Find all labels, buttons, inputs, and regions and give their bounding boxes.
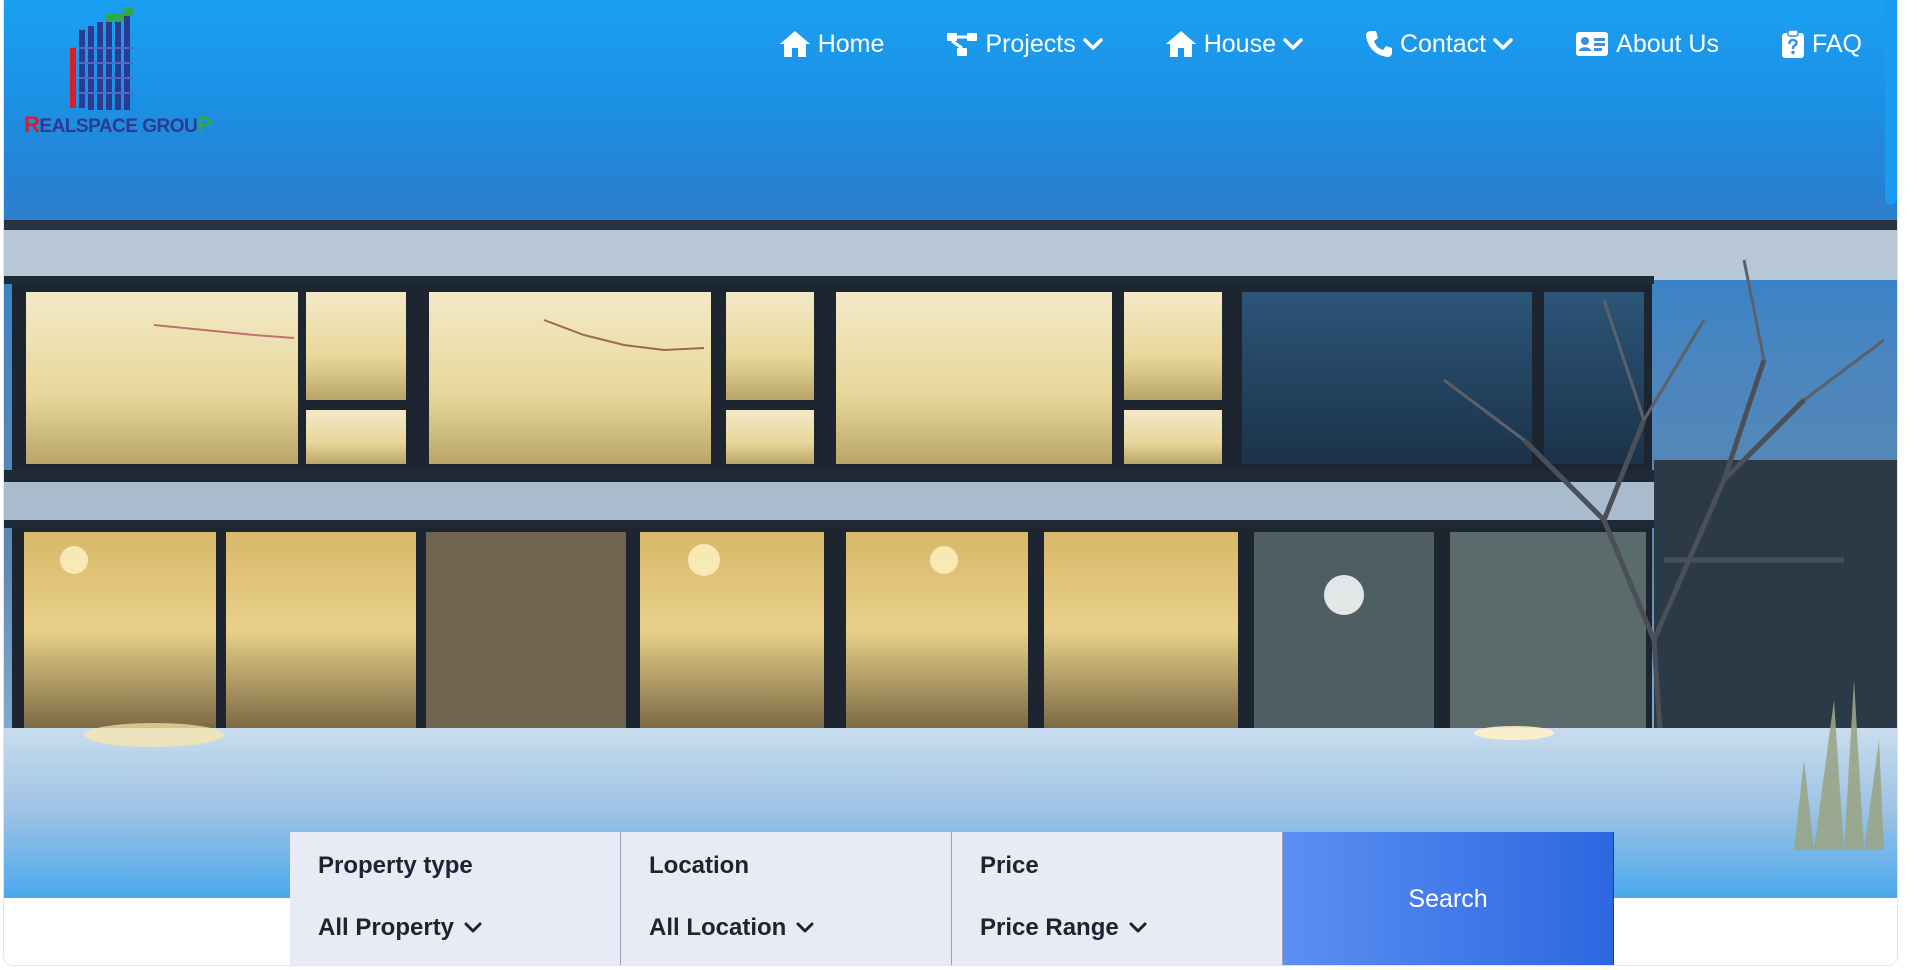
property-type-value: All Property [318, 914, 455, 941]
nav-house-label: House [1203, 29, 1276, 58]
home-icon [1165, 31, 1196, 57]
chevron-down-icon [1493, 38, 1513, 50]
brand-name: REALSPACE GROUP [24, 112, 212, 138]
location-select[interactable]: All Location [649, 914, 951, 942]
building-logo-icon [70, 8, 133, 110]
search-button[interactable]: Search [1283, 832, 1614, 965]
brand-letter-r: R [24, 112, 40, 137]
nav-projects[interactable]: Projects [946, 29, 1103, 59]
location-field: Location All Location [621, 832, 952, 965]
property-type-label: Property type [318, 852, 473, 879]
nav-about-us[interactable]: About Us [1575, 30, 1719, 59]
nav-house[interactable]: House [1165, 30, 1303, 59]
nav-home-label: Home [817, 29, 885, 58]
property-type-select[interactable]: All Property [318, 914, 620, 942]
nav-projects-label: Projects [985, 29, 1076, 58]
nav-contact[interactable]: Contact [1365, 30, 1513, 59]
id-card-icon [1576, 32, 1609, 56]
location-label: Location [649, 852, 749, 879]
main-nav: Home Projects House Contact About Us FAQ [779, 24, 1862, 64]
clipboard-question-icon [1781, 29, 1804, 58]
brand-name-middle: EALSPACE GROU [39, 116, 198, 137]
phone-icon [1365, 31, 1392, 57]
house-photo [4, 220, 1897, 898]
price-label: Price [980, 852, 1039, 879]
chevron-down-icon [1129, 922, 1147, 933]
nav-faq[interactable]: FAQ [1781, 29, 1862, 59]
scrollbar-thumb[interactable] [1885, 0, 1897, 205]
chevron-down-icon [464, 922, 482, 933]
nav-home[interactable]: Home [779, 29, 885, 59]
chevron-down-icon [796, 922, 814, 933]
page-frame: REALSPACE GROUP Home Projects House Cont… [3, 0, 1898, 966]
home-icon [779, 31, 810, 57]
brand-logo[interactable]: REALSPACE GROUP [24, 8, 212, 140]
nav-about-us-label: About Us [1616, 29, 1719, 58]
location-value: All Location [649, 914, 787, 941]
nav-faq-label: FAQ [1811, 29, 1862, 58]
hero-image: REALSPACE GROUP Home Projects House Cont… [4, 0, 1897, 898]
price-range-select[interactable]: Price Range [980, 914, 1282, 942]
chevron-down-icon [1082, 38, 1103, 50]
price-field: Price Price Range [952, 832, 1283, 965]
sitemap-icon [947, 33, 978, 56]
brand-letter-p: P [197, 112, 212, 137]
chevron-down-icon [1283, 38, 1303, 50]
property-type-field: Property type All Property [290, 832, 621, 965]
property-search-form: Property type All Property Location All … [290, 832, 1617, 965]
nav-contact-label: Contact [1399, 29, 1487, 58]
price-range-value: Price Range [980, 914, 1119, 941]
